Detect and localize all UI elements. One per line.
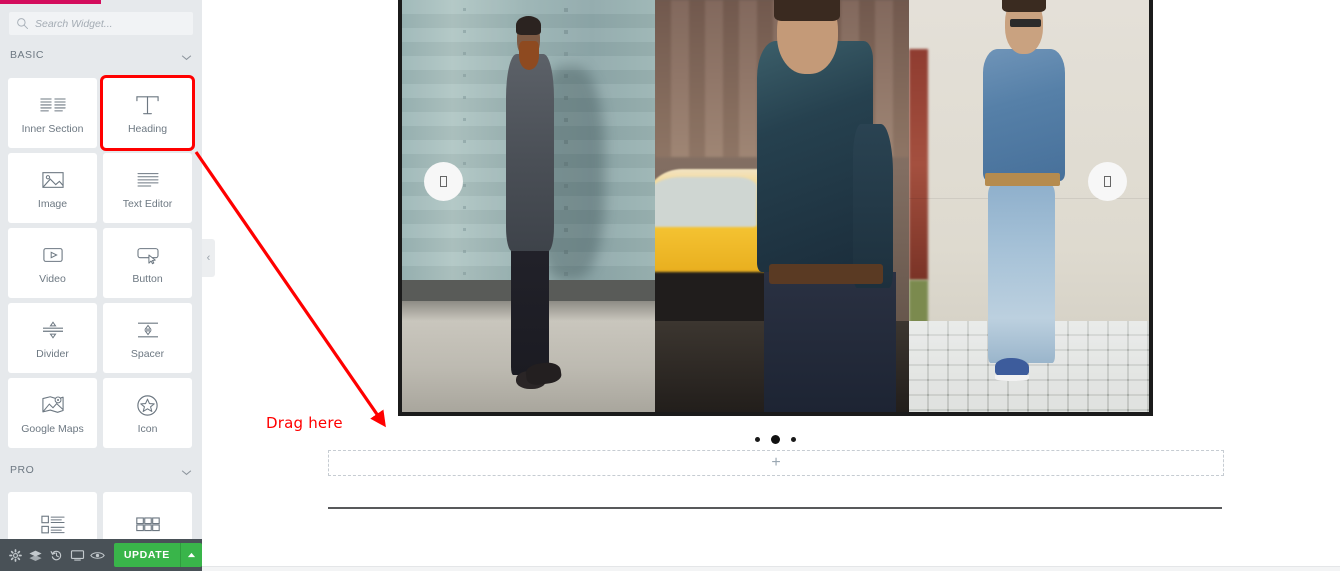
carousel-image-2 (655, 0, 909, 412)
text-editor-icon (135, 166, 161, 194)
carousel-slide-2[interactable] (655, 0, 909, 412)
search-input[interactable] (35, 17, 180, 30)
widget-text-editor[interactable]: Text Editor (103, 153, 192, 223)
button-icon (134, 241, 162, 269)
panel-top-spacer (0, 4, 202, 9)
widget-label: Image (37, 198, 68, 211)
widget-label: Video (39, 273, 66, 286)
update-button[interactable]: UPDATE (114, 543, 180, 567)
preview-eye-icon[interactable] (88, 543, 109, 567)
drag-here-label: Drag here (266, 414, 343, 432)
posts-list-icon (39, 511, 67, 539)
chevron-left-icon: ‹ (206, 252, 211, 264)
plus-icon: + (771, 454, 781, 471)
widget-google-maps[interactable]: Google Maps (8, 378, 97, 448)
chevron-down-icon (181, 467, 192, 475)
widget-label: Google Maps (21, 423, 84, 436)
navigator-layers-icon[interactable] (26, 543, 47, 567)
arrow-left-icon (440, 176, 447, 187)
chevron-down-icon (181, 52, 192, 60)
widget-panel: BASIC (0, 0, 202, 571)
widget-spacer[interactable]: Spacer (103, 303, 192, 373)
carousel-next-button[interactable] (1088, 162, 1127, 201)
carousel-prev-button[interactable] (424, 162, 463, 201)
carousel-slide-1[interactable] (402, 0, 656, 412)
widget-label: Inner Section (21, 123, 84, 136)
widget-icon[interactable]: Icon (103, 378, 192, 448)
category-label-basic: BASIC (10, 49, 45, 61)
widget-label: Divider (36, 348, 69, 361)
carousel-image-1 (402, 0, 656, 412)
caret-up-icon (187, 552, 195, 558)
image-carousel-widget[interactable] (398, 0, 1153, 416)
portfolio-grid-icon (134, 511, 162, 539)
arrow-right-icon (1104, 176, 1111, 187)
star-icon (135, 391, 160, 419)
search-widget-box[interactable] (8, 11, 194, 36)
carousel-dot-2[interactable] (771, 434, 780, 444)
history-revisions-icon[interactable] (46, 543, 67, 567)
carousel-slides (402, 0, 1149, 412)
widget-label: Heading (127, 123, 168, 136)
widget-divider[interactable]: Divider (8, 303, 97, 373)
video-icon (40, 241, 66, 269)
carousel-image-3 (908, 0, 1149, 412)
widget-image[interactable]: Image (8, 153, 97, 223)
carousel-dot-1[interactable] (755, 436, 760, 442)
widget-label: Text Editor (122, 198, 173, 211)
carousel-dots (398, 432, 1153, 446)
heading-icon (134, 91, 161, 119)
basic-widget-grid: Inner Section Heading Image Text Editor … (8, 75, 196, 448)
divider-icon (40, 316, 66, 344)
category-header-pro[interactable]: PRO (10, 461, 192, 479)
page-canvas: + (202, 0, 1340, 571)
widget-label: Spacer (130, 348, 165, 361)
inner-section-icon (39, 91, 67, 119)
category-label-pro: PRO (10, 464, 35, 476)
widget-label: Button (132, 273, 163, 286)
widget-heading[interactable]: Heading (100, 75, 195, 151)
panel-collapse-tab[interactable]: ‹ (202, 239, 215, 277)
search-icon (16, 17, 29, 30)
spacer-icon (135, 316, 161, 344)
update-options-caret[interactable] (179, 543, 202, 567)
section-divider (328, 507, 1222, 509)
widget-inner-section[interactable]: Inner Section (8, 78, 97, 148)
widget-label: Icon (137, 423, 158, 436)
carousel-dot-3[interactable] (791, 436, 796, 442)
widget-button[interactable]: Button (103, 228, 192, 298)
canvas-bottom-strip (202, 566, 1340, 571)
carousel-slide-3[interactable] (908, 0, 1149, 412)
settings-gear-icon[interactable] (5, 543, 26, 567)
responsive-mode-icon[interactable] (67, 543, 88, 567)
panel-footer-toolbar: UPDATE (0, 539, 202, 571)
category-header-basic[interactable]: BASIC (10, 46, 192, 64)
widget-video[interactable]: Video (8, 228, 97, 298)
add-new-section-dropzone[interactable]: + (328, 450, 1224, 476)
image-icon (40, 166, 66, 194)
google-maps-icon (40, 391, 66, 419)
elementor-editor: BASIC (0, 0, 1340, 571)
